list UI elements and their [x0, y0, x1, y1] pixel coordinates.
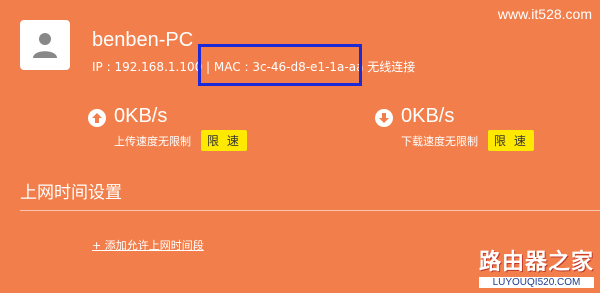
avatar	[20, 20, 70, 70]
upload-speed: 0KB/s 上传速度无限制 限 速	[88, 104, 247, 151]
download-limit-button[interactable]: 限 速	[488, 130, 534, 151]
logo-text: 路由器之家	[478, 250, 594, 275]
download-arrow-icon	[375, 109, 393, 127]
section-title: 上网时间设置	[20, 183, 122, 203]
user-icon	[33, 33, 57, 58]
upload-speed-desc: 上传速度无限制	[114, 134, 191, 148]
upload-speed-value: 0KB/s	[114, 105, 168, 127]
download-speed-desc: 下载速度无限制	[401, 134, 478, 148]
upload-arrow-icon	[88, 109, 106, 127]
upload-limit-button[interactable]: 限 速	[201, 130, 247, 151]
watermark-text: www.it528.com	[497, 6, 592, 22]
site-logo: 路由器之家 LUYOUQI520.COM	[478, 244, 594, 288]
device-name: benben-PC	[92, 29, 194, 51]
logo-domain: LUYOUQI520.COM	[478, 277, 594, 288]
add-time-period-link[interactable]: + 添加允许上网时间段	[92, 237, 204, 253]
download-speed: 0KB/s 下载速度无限制 限 速	[375, 104, 534, 151]
divider	[20, 210, 600, 211]
mac-highlight-box	[198, 44, 362, 86]
download-speed-value: 0KB/s	[401, 105, 455, 127]
